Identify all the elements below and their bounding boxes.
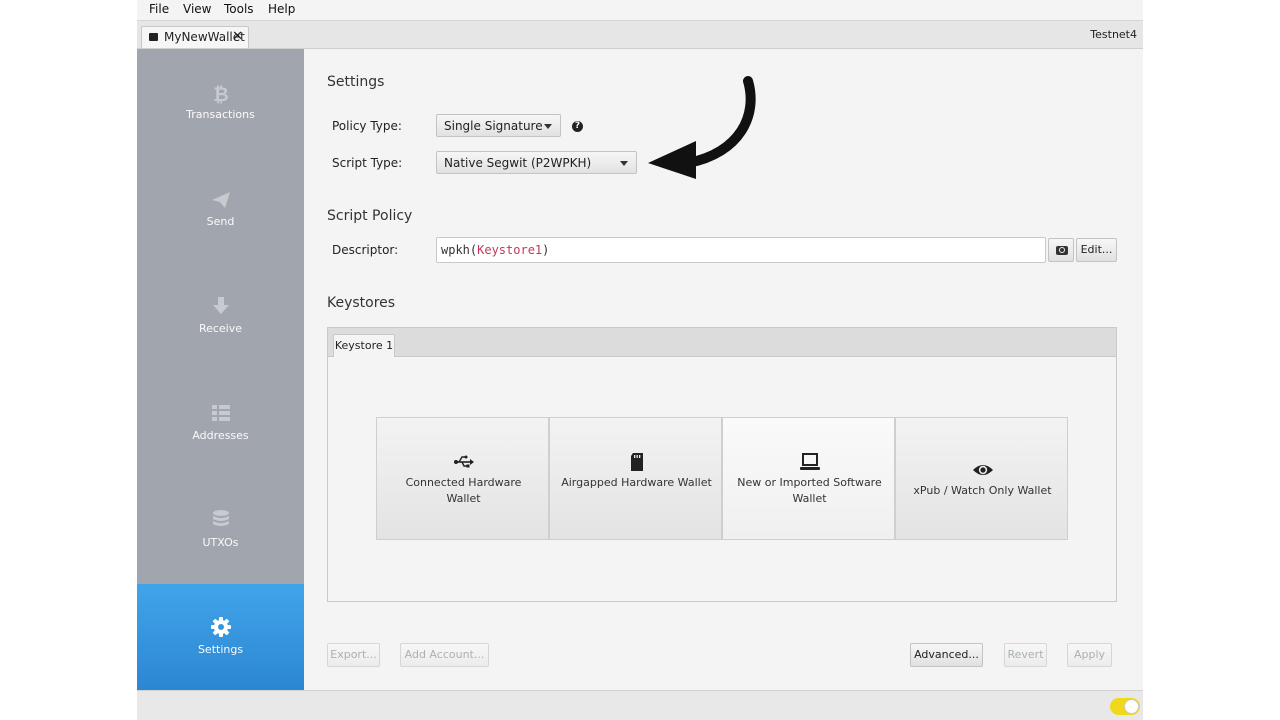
menu-bar: File View Tools Help	[137, 0, 1143, 20]
svg-text:₿: ₿	[213, 84, 228, 105]
descriptor-function: wpkh(	[441, 243, 478, 257]
connected-hardware-wallet-button[interactable]: Connected Hardware Wallet	[376, 417, 549, 540]
sidebar-item-utxos[interactable]: UTXOs	[137, 477, 304, 584]
annotation-arrow-icon	[648, 76, 756, 179]
laptop-icon	[800, 453, 820, 470]
status-bar	[137, 690, 1143, 720]
keystore-source-options: Connected Hardware Wallet Airgapped Hard…	[376, 417, 1069, 540]
usb-icon	[454, 455, 474, 468]
policy-type-label: Policy Type:	[332, 119, 402, 133]
menu-file[interactable]: File	[149, 2, 169, 16]
apply-button[interactable]: Apply	[1067, 643, 1112, 667]
descriptor-argument: Keystore1	[477, 243, 543, 257]
option-label: xPub / Watch Only Wallet	[913, 484, 1052, 497]
descriptor-label: Descriptor:	[332, 243, 399, 257]
sidebar: ₿ Transactions Send Receive Addresses UT…	[137, 49, 304, 691]
menu-view[interactable]: View	[183, 2, 211, 16]
menu-tools[interactable]: Tools	[224, 2, 254, 16]
menu-help[interactable]: Help	[268, 2, 295, 16]
wallet-tab-strip: MyNewWallet ✕ Testnet4	[137, 20, 1143, 49]
keystores-panel: Keystore 1 Connected Hardware Wallet Air…	[327, 327, 1117, 602]
sidebar-item-label: Settings	[197, 643, 244, 656]
keystores-title: Keystores	[327, 295, 396, 311]
sidebar-item-settings[interactable]: Settings	[137, 584, 304, 691]
advanced-button[interactable]: Advanced...	[910, 643, 983, 667]
script-type-label: Script Type:	[332, 156, 403, 170]
sd-card-icon	[631, 453, 643, 471]
bitcoin-icon: ₿	[213, 84, 228, 105]
close-icon[interactable]: ✕	[232, 29, 243, 44]
sidebar-item-addresses[interactable]: Addresses	[137, 370, 304, 477]
addresses-icon	[212, 405, 230, 421]
script-type-select[interactable]: Native Segwit (P2WPKH)	[436, 151, 637, 174]
settings-title: Settings	[327, 74, 385, 90]
send-icon	[212, 192, 230, 208]
wallet-icon	[149, 33, 158, 41]
export-button[interactable]: Export...	[327, 643, 380, 667]
server-connection-toggle[interactable]	[1110, 698, 1140, 715]
scan-qr-button[interactable]	[1048, 238, 1074, 262]
sidebar-item-label: Addresses	[192, 429, 249, 442]
option-label: Connected Hardware Wallet	[405, 476, 522, 505]
script-policy-title: Script Policy	[327, 208, 413, 224]
descriptor-field[interactable]: wpkh(Keystore1)	[436, 237, 1046, 263]
policy-type-value: Single Signature	[444, 119, 543, 133]
watch-only-wallet-button[interactable]: xPub / Watch Only Wallet	[895, 417, 1068, 540]
gear-icon	[211, 617, 231, 637]
receive-icon	[213, 297, 229, 314]
option-label: New or Imported Software Wallet	[737, 476, 882, 505]
sidebar-item-label: UTXOs	[202, 536, 239, 549]
sidebar-item-label: Send	[206, 215, 235, 228]
chevron-down-icon	[620, 161, 628, 166]
sidebar-item-send[interactable]: Send	[137, 156, 304, 263]
sidebar-item-label: Transactions	[186, 108, 255, 121]
camera-icon	[1056, 246, 1068, 255]
help-icon[interactable]: ?	[572, 121, 583, 132]
software-wallet-button[interactable]: New or Imported Software Wallet	[722, 417, 895, 540]
edit-descriptor-button[interactable]: Edit...	[1076, 238, 1117, 262]
wallet-tab[interactable]: MyNewWallet ✕	[141, 26, 249, 48]
option-label: Airgapped Hardware Wallet	[561, 476, 712, 489]
sidebar-item-transactions[interactable]: ₿ Transactions	[137, 49, 304, 156]
eye-icon	[973, 465, 993, 475]
add-account-button[interactable]: Add Account...	[400, 643, 489, 667]
airgapped-hardware-wallet-button[interactable]: Airgapped Hardware Wallet	[549, 417, 722, 540]
descriptor-close: )	[542, 243, 550, 257]
chevron-down-icon	[544, 124, 552, 129]
policy-type-select[interactable]: Single Signature	[436, 114, 561, 137]
toggle-knob	[1124, 699, 1139, 714]
script-type-value: Native Segwit (P2WPKH)	[444, 156, 592, 170]
network-label: Testnet4	[1090, 28, 1137, 41]
keystore-tab-header: Keystore 1	[328, 328, 1116, 357]
utxos-icon	[213, 510, 229, 526]
tab-keystore-1[interactable]: Keystore 1	[333, 334, 395, 357]
sidebar-item-receive[interactable]: Receive	[137, 263, 304, 370]
revert-button[interactable]: Revert	[1004, 643, 1047, 667]
sidebar-item-label: Receive	[198, 322, 243, 335]
